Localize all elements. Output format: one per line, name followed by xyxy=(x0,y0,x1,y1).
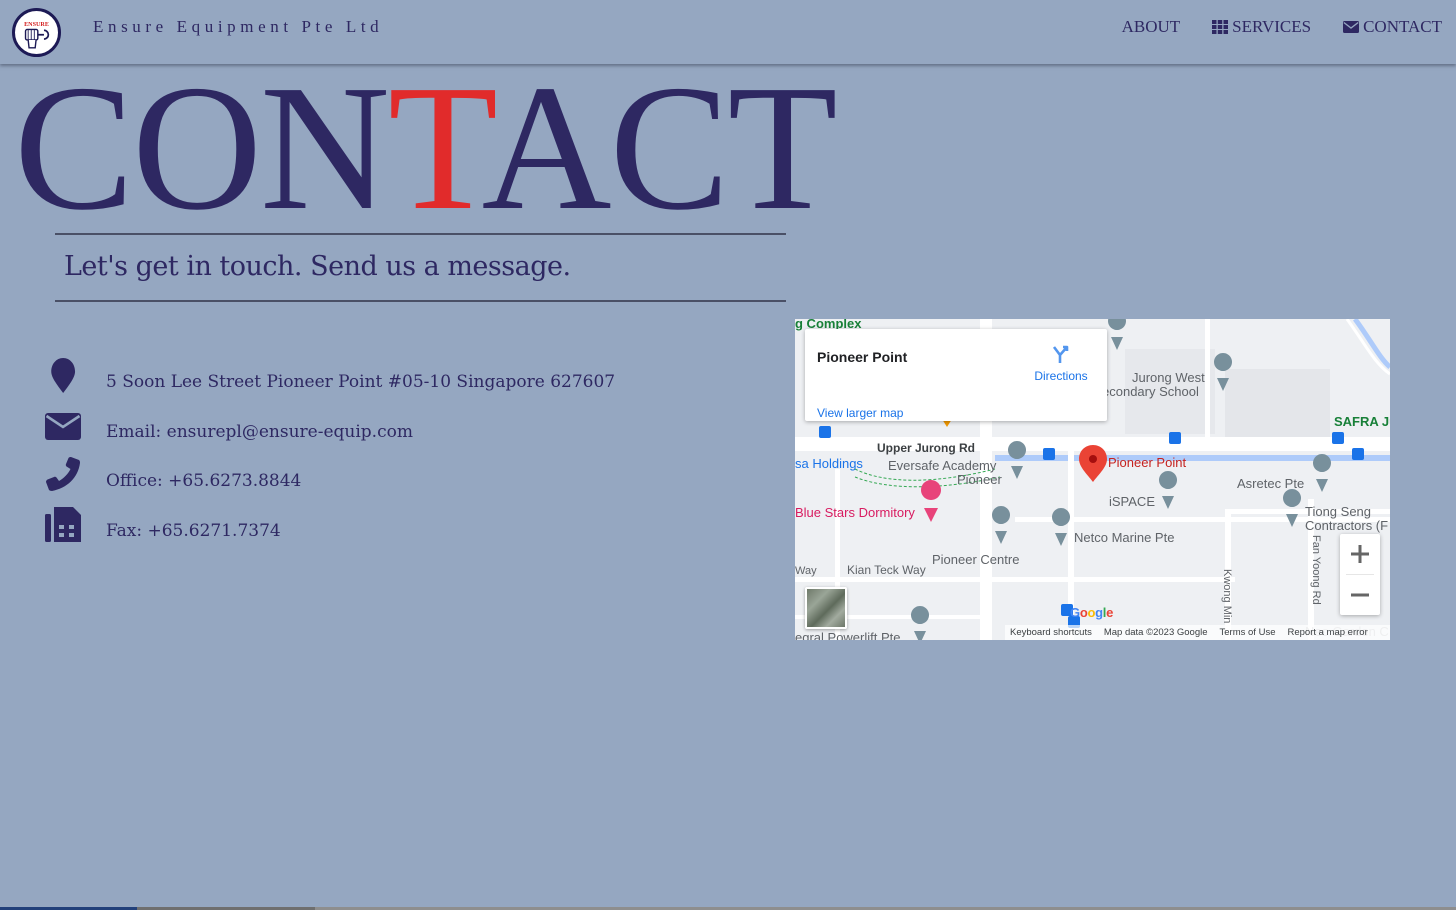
directions-button[interactable]: Directions xyxy=(1033,343,1089,385)
zoom-in-button[interactable] xyxy=(1340,534,1380,574)
page-title-accent-letter: T xyxy=(388,48,484,247)
page-title-part: CON xyxy=(14,48,390,247)
map-label: Netco Marine Pte xyxy=(1074,530,1175,545)
nav-link-contact[interactable]: CONTACT xyxy=(1343,17,1442,37)
google-map-embed[interactable]: g Complex Upper Jurong Rd sa Holdings Ev… xyxy=(795,319,1390,640)
nav-links: ABOUT SERVICES CONTACT xyxy=(1090,17,1442,37)
directions-icon xyxy=(1052,345,1069,363)
report-map-error-link[interactable]: Report a map error xyxy=(1287,627,1367,638)
map-info-card: Pioneer Point Directions View larger map xyxy=(805,329,1107,421)
address-text: 5 Soon Lee Street Pioneer Point #05-10 S… xyxy=(106,372,616,392)
map-label: Fan Yoong Rd xyxy=(1310,535,1322,605)
map-marker-icon xyxy=(44,356,82,394)
map-label: Contractors (F xyxy=(1305,518,1389,533)
office-phone-text: Office: +65.6273.8844 xyxy=(106,471,302,491)
tagline: Let's get in touch. Send us a message. xyxy=(64,251,571,282)
fax-icon xyxy=(44,505,82,543)
map-label: SAFRA Ju xyxy=(1334,414,1390,429)
map-label: Pioneer xyxy=(957,472,1002,487)
nav-link-about[interactable]: ABOUT xyxy=(1122,17,1181,37)
satellite-toggle[interactable] xyxy=(805,587,847,629)
map-label: Jurong West xyxy=(1132,370,1205,385)
divider xyxy=(55,300,786,302)
nav-link-services[interactable]: SERVICES xyxy=(1212,17,1311,37)
minus-icon xyxy=(1351,593,1369,597)
page-title: CONTACT xyxy=(14,58,838,238)
th-grid-icon xyxy=(1212,20,1229,34)
map-attribution: Keyboard shortcuts Map data ©2023 Google… xyxy=(1005,625,1390,640)
view-larger-map-link[interactable]: View larger map xyxy=(817,406,903,420)
directions-label: Directions xyxy=(1034,369,1088,383)
svg-text:ENSURE: ENSURE xyxy=(24,22,49,28)
map-label: econdary School xyxy=(1102,384,1199,399)
envelope-icon xyxy=(1343,21,1360,33)
map-label: sa Holdings xyxy=(795,456,863,471)
map-place-name: Pioneer Point xyxy=(817,349,908,365)
email-link[interactable]: Email: ensurepl@ensure-equip.com xyxy=(106,422,413,442)
logo-fist-wrench-icon: ENSURE xyxy=(20,19,53,49)
map-label: Kian Teck Way xyxy=(847,563,926,577)
plus-icon xyxy=(1351,545,1369,563)
navbar: ENSURE Ensure Equipment Pte Ltd ABOUT SE… xyxy=(0,0,1456,64)
map-label: iSPACE xyxy=(1109,494,1155,509)
map-label: egral Powerlift Pte xyxy=(795,630,901,640)
fax-text: Fax: +65.6271.7374 xyxy=(106,520,281,541)
brand-name[interactable]: Ensure Equipment Pte Ltd xyxy=(93,17,383,37)
map-label: Kwong Min xyxy=(1221,569,1233,624)
map-label: Pioneer Centre xyxy=(932,552,1020,567)
google-logo: Google xyxy=(1070,605,1114,620)
phone-icon xyxy=(44,455,82,493)
map-data-text: Map data ©2023 Google xyxy=(1103,627,1208,638)
nav-link-label: CONTACT xyxy=(1363,17,1442,36)
keyboard-shortcuts-link[interactable]: Keyboard shortcuts xyxy=(1010,627,1092,638)
envelope-icon xyxy=(44,406,82,444)
map-label: Way xyxy=(795,565,817,577)
divider xyxy=(55,233,786,235)
map-label: Eversafe Academy xyxy=(888,458,997,473)
terms-of-use-link[interactable]: Terms of Use xyxy=(1220,627,1276,638)
map-zoom-controls xyxy=(1340,534,1380,615)
map-label: Blue Stars Dormitory xyxy=(795,505,915,520)
company-logo[interactable]: ENSURE xyxy=(12,8,61,57)
page-title-part: ACT xyxy=(481,48,838,247)
nav-link-label: ABOUT xyxy=(1121,17,1181,36)
zoom-out-button[interactable] xyxy=(1340,575,1380,615)
map-label[interactable]: Pioneer Point xyxy=(1108,455,1186,470)
nav-link-label: SERVICES xyxy=(1232,17,1312,36)
map-label: Tiong Seng xyxy=(1305,504,1372,519)
map-label: Asretec Pte xyxy=(1237,476,1305,491)
map-label: Upper Jurong Rd xyxy=(877,441,975,455)
